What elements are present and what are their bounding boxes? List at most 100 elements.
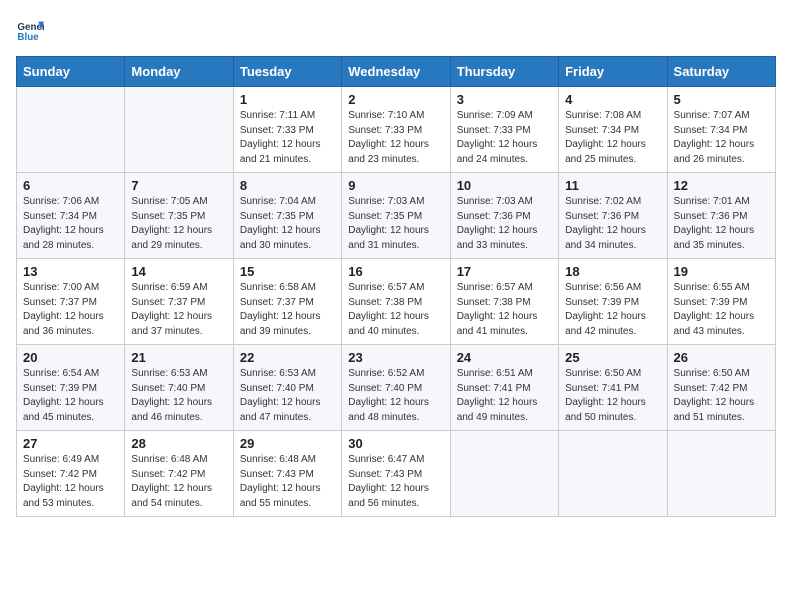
day-number: 22 [240,350,335,365]
calendar-week-row: 6 Sunrise: 7:06 AM Sunset: 7:34 PM Daylig… [17,173,776,259]
weekday-header-friday: Friday [559,57,667,87]
day-info: Sunrise: 6:55 AM Sunset: 7:39 PM Dayligh… [674,281,769,339]
calendar-cell: 13Sunrise: 7:00 AM Sunset: 7:37 PM Dayli… [17,259,125,345]
day-info: Sunrise: 7:07 AM Sunset: 7:34 PM Dayligh… [674,109,769,167]
day-info: Sunrise: 6:48 AM Sunset: 7:43 PM Dayligh… [240,453,335,511]
day-info: Sunrise: 7:11 AM Sunset: 7:33 PM Dayligh… [240,109,335,167]
day-info: Sunrise: 6:47 AM Sunset: 7:43 PM Dayligh… [348,453,443,511]
day-info: Sunrise: 6:53 AM Sunset: 7:40 PM Dayligh… [131,367,226,425]
day-info: Sunrise: 7:00 AM Sunset: 7:37 PM Dayligh… [23,281,118,339]
day-info: Sunrise: 7:02 AM Sunset: 7:36 PM Dayligh… [565,195,660,253]
calendar-week-row: 20 Sunrise: 6:54 AM Sunset: 7:39 PM Dayli… [17,345,776,431]
day-number: 27 [23,436,118,451]
day-number: 26 [674,350,769,365]
weekday-header-tuesday: Tuesday [233,57,341,87]
day-info: Sunrise: 7:04 AM Sunset: 7:35 PM Dayligh… [240,195,335,253]
logo: General Blue [16,16,48,44]
calendar-cell: 19 Sunrise: 6:55 AM Sunset: 7:39 PM Dayli… [667,259,775,345]
day-info: Sunrise: 7:01 AM Sunset: 7:36 PM Dayligh… [674,195,769,253]
day-number: 21 [131,350,226,365]
calendar-week-row: 13Sunrise: 7:00 AM Sunset: 7:37 PM Dayli… [17,259,776,345]
day-info: Sunrise: 7:06 AM Sunset: 7:34 PM Dayligh… [23,195,118,253]
svg-text:Blue: Blue [17,32,39,43]
day-info: Sunrise: 6:57 AM Sunset: 7:38 PM Dayligh… [348,281,443,339]
day-number: 25 [565,350,660,365]
day-info: Sunrise: 7:10 AM Sunset: 7:33 PM Dayligh… [348,109,443,167]
day-info: Sunrise: 6:50 AM Sunset: 7:41 PM Dayligh… [565,367,660,425]
calendar-week-row: 1Sunrise: 7:11 AM Sunset: 7:33 PM Daylig… [17,87,776,173]
calendar-cell: 10 Sunrise: 7:03 AM Sunset: 7:36 PM Dayli… [450,173,558,259]
calendar-cell: 28 Sunrise: 6:48 AM Sunset: 7:42 PM Dayli… [125,431,233,517]
day-info: Sunrise: 6:49 AM Sunset: 7:42 PM Dayligh… [23,453,118,511]
calendar-cell: 30Sunrise: 6:47 AM Sunset: 7:43 PM Dayli… [342,431,450,517]
day-info: Sunrise: 6:48 AM Sunset: 7:42 PM Dayligh… [131,453,226,511]
weekday-header-monday: Monday [125,57,233,87]
day-number: 11 [565,178,660,193]
calendar-table: SundayMondayTuesdayWednesdayThursdayFrid… [16,56,776,517]
calendar-cell: 4 Sunrise: 7:08 AM Sunset: 7:34 PM Daylig… [559,87,667,173]
calendar-cell: 12 Sunrise: 7:01 AM Sunset: 7:36 PM Dayli… [667,173,775,259]
day-info: Sunrise: 6:54 AM Sunset: 7:39 PM Dayligh… [23,367,118,425]
calendar-cell: 6 Sunrise: 7:06 AM Sunset: 7:34 PM Daylig… [17,173,125,259]
day-number: 19 [674,264,769,279]
weekday-header-saturday: Saturday [667,57,775,87]
calendar-cell: 24Sunrise: 6:51 AM Sunset: 7:41 PM Dayli… [450,345,558,431]
weekday-header-sunday: Sunday [17,57,125,87]
calendar-cell: 20 Sunrise: 6:54 AM Sunset: 7:39 PM Dayli… [17,345,125,431]
day-number: 29 [240,436,335,451]
day-info: Sunrise: 6:56 AM Sunset: 7:39 PM Dayligh… [565,281,660,339]
calendar-cell [559,431,667,517]
calendar-cell: 23 Sunrise: 6:52 AM Sunset: 7:40 PM Dayli… [342,345,450,431]
calendar-cell: 17Sunrise: 6:57 AM Sunset: 7:38 PM Dayli… [450,259,558,345]
calendar-cell: 5Sunrise: 7:07 AM Sunset: 7:34 PM Daylig… [667,87,775,173]
calendar-cell: 15 Sunrise: 6:58 AM Sunset: 7:37 PM Dayli… [233,259,341,345]
day-number: 15 [240,264,335,279]
day-number: 20 [23,350,118,365]
calendar-cell: 14 Sunrise: 6:59 AM Sunset: 7:37 PM Dayli… [125,259,233,345]
calendar-cell [17,87,125,173]
day-number: 4 [565,92,660,107]
day-info: Sunrise: 6:50 AM Sunset: 7:42 PM Dayligh… [674,367,769,425]
day-number: 8 [240,178,335,193]
calendar-cell: 16 Sunrise: 6:57 AM Sunset: 7:38 PM Dayli… [342,259,450,345]
day-number: 3 [457,92,552,107]
page-header: General Blue [16,16,776,44]
calendar-cell: 22 Sunrise: 6:53 AM Sunset: 7:40 PM Dayli… [233,345,341,431]
day-info: Sunrise: 6:59 AM Sunset: 7:37 PM Dayligh… [131,281,226,339]
calendar-cell: 26 Sunrise: 6:50 AM Sunset: 7:42 PM Dayli… [667,345,775,431]
calendar-cell: 7Sunrise: 7:05 AM Sunset: 7:35 PM Daylig… [125,173,233,259]
weekday-header-row: SundayMondayTuesdayWednesdayThursdayFrid… [17,57,776,87]
day-number: 9 [348,178,443,193]
weekday-header-wednesday: Wednesday [342,57,450,87]
day-info: Sunrise: 7:05 AM Sunset: 7:35 PM Dayligh… [131,195,226,253]
day-number: 16 [348,264,443,279]
calendar-week-row: 27 Sunrise: 6:49 AM Sunset: 7:42 PM Dayli… [17,431,776,517]
day-number: 18 [565,264,660,279]
calendar-cell: 1Sunrise: 7:11 AM Sunset: 7:33 PM Daylig… [233,87,341,173]
day-number: 23 [348,350,443,365]
day-number: 24 [457,350,552,365]
day-number: 14 [131,264,226,279]
day-number: 12 [674,178,769,193]
calendar-cell [667,431,775,517]
calendar-cell: 3 Sunrise: 7:09 AM Sunset: 7:33 PM Daylig… [450,87,558,173]
calendar-cell [125,87,233,173]
calendar-cell: 11 Sunrise: 7:02 AM Sunset: 7:36 PM Dayli… [559,173,667,259]
day-info: Sunrise: 6:53 AM Sunset: 7:40 PM Dayligh… [240,367,335,425]
day-number: 28 [131,436,226,451]
calendar-cell: 9 Sunrise: 7:03 AM Sunset: 7:35 PM Daylig… [342,173,450,259]
day-number: 6 [23,178,118,193]
day-number: 2 [348,92,443,107]
day-info: Sunrise: 6:58 AM Sunset: 7:37 PM Dayligh… [240,281,335,339]
calendar-cell: 18 Sunrise: 6:56 AM Sunset: 7:39 PM Dayli… [559,259,667,345]
day-info: Sunrise: 7:08 AM Sunset: 7:34 PM Dayligh… [565,109,660,167]
day-info: Sunrise: 7:03 AM Sunset: 7:36 PM Dayligh… [457,195,552,253]
calendar-cell: 27 Sunrise: 6:49 AM Sunset: 7:42 PM Dayli… [17,431,125,517]
day-info: Sunrise: 6:52 AM Sunset: 7:40 PM Dayligh… [348,367,443,425]
weekday-header-thursday: Thursday [450,57,558,87]
calendar-cell: 29 Sunrise: 6:48 AM Sunset: 7:43 PM Dayli… [233,431,341,517]
day-info: Sunrise: 7:09 AM Sunset: 7:33 PM Dayligh… [457,109,552,167]
day-number: 10 [457,178,552,193]
calendar-cell: 25 Sunrise: 6:50 AM Sunset: 7:41 PM Dayli… [559,345,667,431]
day-info: Sunrise: 7:03 AM Sunset: 7:35 PM Dayligh… [348,195,443,253]
